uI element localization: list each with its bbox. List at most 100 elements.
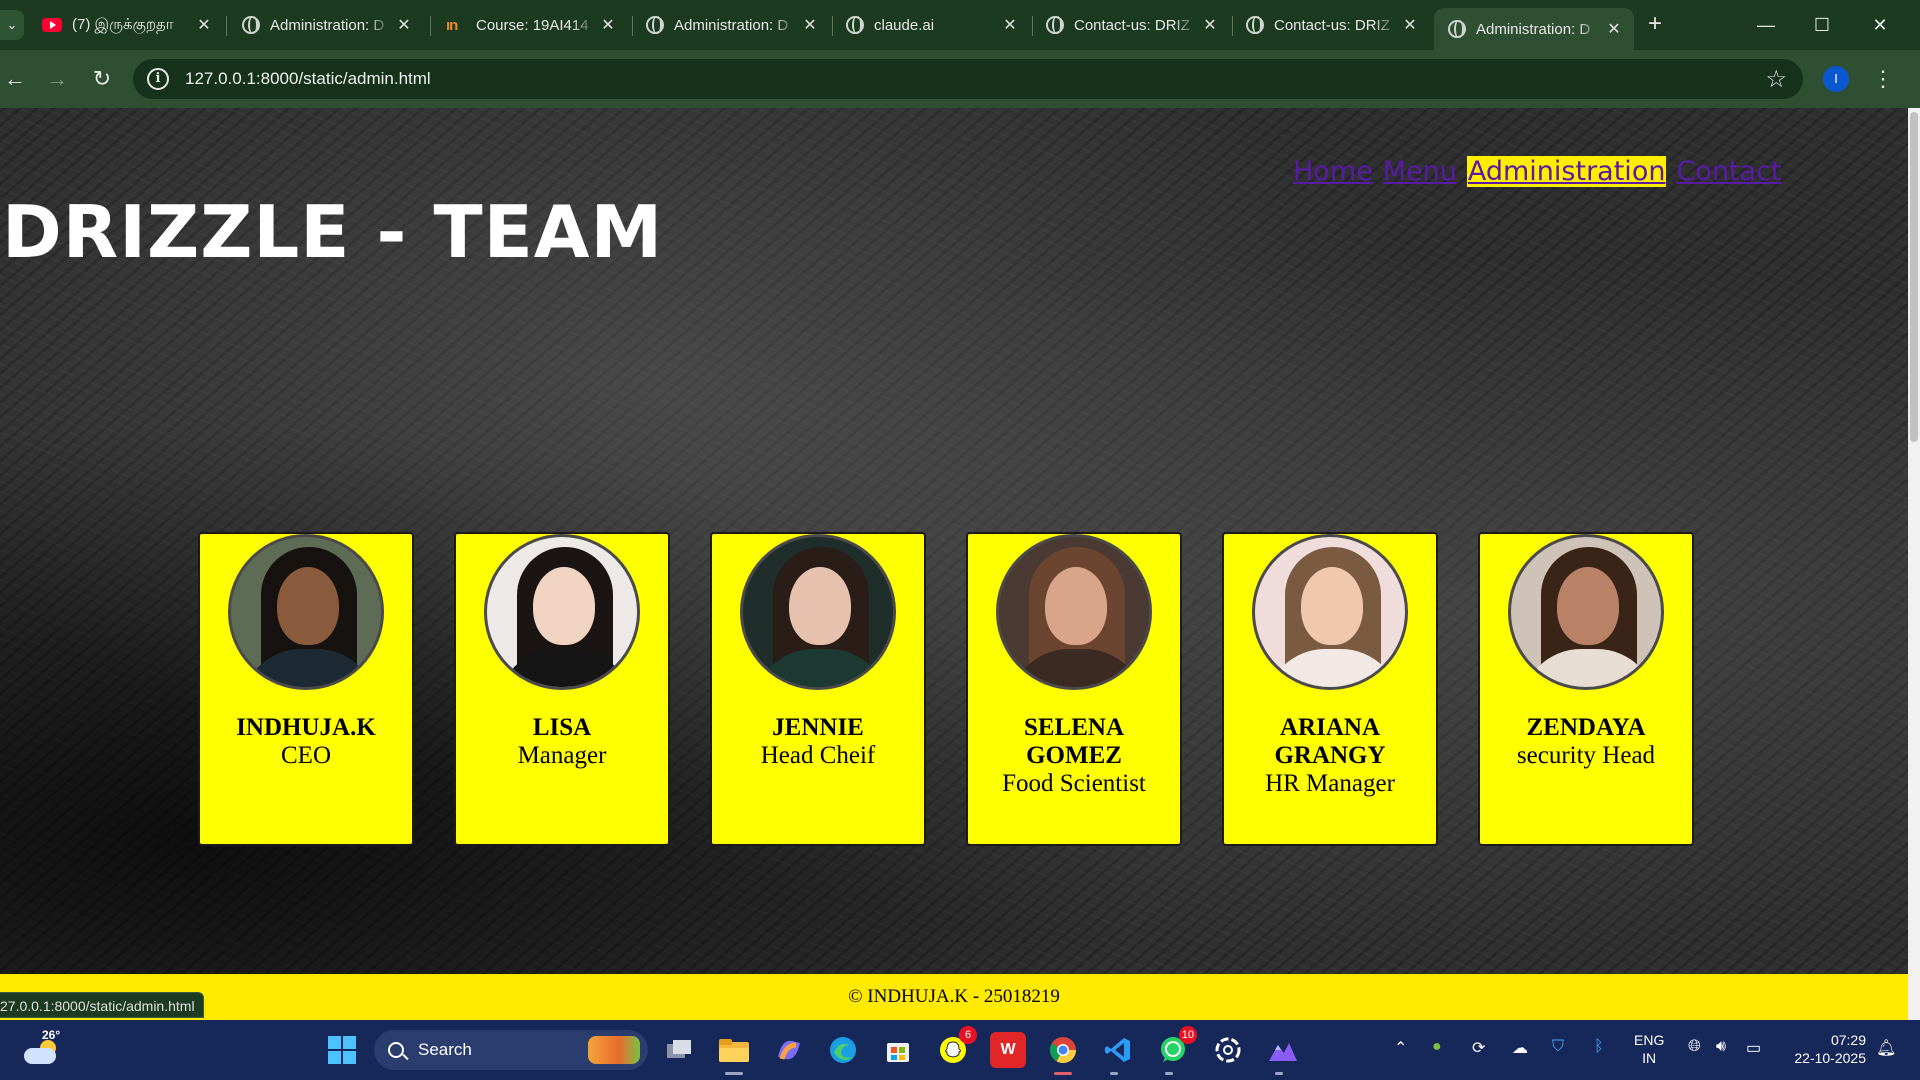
globe-icon [1448, 20, 1466, 38]
wps-office-icon[interactable]: W [990, 1032, 1026, 1068]
reload-button[interactable]: ↻ [87, 64, 117, 94]
task-view-icon[interactable] [661, 1032, 697, 1068]
close-icon[interactable]: ✕ [596, 15, 620, 35]
team-card: ZENDAYA security Head [1478, 532, 1694, 846]
close-icon[interactable]: ✕ [998, 15, 1022, 35]
app-running-indicator [1275, 1072, 1283, 1075]
tab-title: Administration: D [270, 16, 385, 34]
battery-icon[interactable]: ▭ [1746, 1038, 1761, 1058]
cloud-off-icon[interactable]: ☁ [1512, 1038, 1528, 1058]
snapchat-icon[interactable]: 6 [935, 1026, 977, 1068]
taskbar-search[interactable]: Search [374, 1030, 648, 1070]
bluetooth-icon[interactable]: ᛒ [1594, 1038, 1604, 1056]
nav-link-menu[interactable]: Menu [1383, 156, 1457, 187]
back-button[interactable]: ← [0, 64, 30, 94]
globe-icon [1246, 16, 1264, 34]
maximize-button[interactable]: ☐ [1794, 8, 1850, 42]
member-name: INDHUJA.K [236, 714, 376, 741]
nav-link-home[interactable]: Home [1293, 156, 1373, 187]
search-highlight-icon [588, 1036, 640, 1064]
sync-icon[interactable]: ⟳ [1472, 1038, 1485, 1058]
browser-toolbar: ← → ↻ i 127.0.0.1:8000/static/admin.html… [0, 50, 1920, 108]
browser-tab-1[interactable]: Administration: D ✕ [228, 8, 424, 42]
tab-title: Contact-us: DRIZ [1274, 16, 1390, 34]
globe-icon [1046, 16, 1064, 34]
tab-separator [430, 16, 431, 36]
close-icon[interactable]: ✕ [1602, 19, 1626, 39]
security-shield-icon[interactable]: ⛉ [1552, 1038, 1564, 1056]
volume-icon[interactable]: 🔊︎ [1716, 1038, 1726, 1056]
mountains-app-icon[interactable] [1265, 1032, 1301, 1068]
browser-tab-5[interactable]: Contact-us: DRIZ ✕ [1032, 8, 1230, 42]
globe-icon [846, 16, 864, 34]
chatgpt-icon[interactable] [1210, 1032, 1246, 1068]
vscode-icon[interactable] [1100, 1032, 1136, 1068]
globe-icon [646, 16, 664, 34]
member-role: CEO [281, 742, 331, 769]
close-icon[interactable]: ✕ [1198, 15, 1222, 35]
tab-search-button[interactable]: ⌄ [0, 10, 24, 40]
browser-tab-2[interactable]: ın Course: 19AI414 ✕ [432, 8, 628, 42]
minimize-button[interactable]: — [1738, 8, 1794, 42]
weather-widget[interactable]: 26° [24, 1028, 64, 1070]
notification-bell-icon[interactable]: 🔔︎ [1876, 1038, 1896, 1058]
address-url[interactable]: 127.0.0.1:8000/static/admin.html [185, 69, 431, 89]
team-card: INDHUJA.K CEO [198, 532, 414, 846]
globe-icon [242, 16, 260, 34]
cloud-icon [24, 1048, 56, 1064]
region-code: IN [1642, 1050, 1657, 1066]
tab-title: claude.ai [874, 16, 935, 34]
address-bar[interactable]: i 127.0.0.1:8000/static/admin.html ☆ [133, 59, 1803, 99]
browser-tab-0[interactable]: (7) இருக்குறதா ✕ [28, 8, 224, 42]
new-tab-button[interactable]: + [1640, 10, 1670, 40]
page-viewport: DRIZZLE - TEAM Home Menu Administration … [0, 108, 1908, 1020]
browser-tab-7-active[interactable]: Administration: D ✕ [1434, 8, 1634, 50]
input-language[interactable]: ENG IN [1634, 1031, 1664, 1067]
language-code: ENG [1634, 1032, 1665, 1048]
whatsapp-icon[interactable]: 10 [1155, 1026, 1197, 1068]
copilot-icon[interactable] [771, 1032, 807, 1068]
microsoft-store-icon[interactable] [880, 1032, 916, 1068]
start-windows-icon[interactable] [328, 1036, 356, 1064]
member-role: security Head [1516, 742, 1656, 769]
close-icon[interactable]: ✕ [1398, 15, 1422, 35]
member-photo [740, 534, 896, 690]
page-title: DRIZZLE - TEAM [2, 190, 664, 274]
chrome-icon[interactable] [1045, 1032, 1081, 1068]
team-card: JENNIE Head Cheif [710, 532, 926, 846]
edge-icon[interactable] [825, 1032, 861, 1068]
file-explorer-icon[interactable] [716, 1032, 752, 1068]
tab-title: Contact-us: DRIZ [1074, 16, 1190, 34]
chevron-up-icon[interactable]: ⌃ [1394, 1038, 1407, 1058]
close-window-button[interactable]: ✕ [1852, 8, 1908, 42]
member-role: Food Scientist [1002, 770, 1146, 797]
profile-avatar[interactable]: I [1823, 66, 1849, 92]
member-photo [1252, 534, 1408, 690]
close-icon[interactable]: ✕ [392, 15, 416, 35]
scrollbar-thumb[interactable] [1910, 112, 1918, 442]
team-card: LISA Manager [454, 532, 670, 846]
bookmark-star-icon[interactable]: ☆ [1765, 65, 1787, 94]
weather-temperature: 26° [42, 1028, 61, 1042]
browser-tab-4[interactable]: claude.ai ✕ [832, 8, 1030, 42]
nav-link-contact[interactable]: Contact [1676, 156, 1781, 187]
network-globe-icon[interactable]: 🌐︎ [1688, 1038, 1701, 1056]
browser-menu-icon[interactable]: ⋮ [1872, 64, 1894, 94]
close-icon[interactable]: ✕ [798, 15, 822, 35]
browser-tab-6[interactable]: Contact-us: DRIZ ✕ [1232, 8, 1430, 42]
member-photo [1508, 534, 1664, 690]
site-info-icon[interactable]: i [147, 68, 169, 90]
member-photo [996, 534, 1152, 690]
app-running-indicator [1110, 1072, 1118, 1075]
nav-link-administration[interactable]: Administration [1466, 156, 1667, 187]
app-running-indicator [1165, 1072, 1173, 1075]
tray-app-icon[interactable]: ● [1432, 1038, 1442, 1056]
browser-tab-3[interactable]: Administration: D ✕ [632, 8, 830, 42]
browser-tab-strip: ⌄ (7) இருக்குறதா ✕ Administration: D ✕ ı… [0, 0, 1920, 50]
clock-time: 07:29 [1830, 1032, 1866, 1048]
team-cards: INDHUJA.K CEO LISA Manager JENNIE Head C… [198, 532, 1694, 846]
member-name: ARIANA GRANGY [1274, 714, 1386, 769]
forward-button[interactable]: → [42, 64, 72, 94]
close-icon[interactable]: ✕ [192, 15, 216, 35]
system-clock[interactable]: 07:29 22-10-2025 [1786, 1031, 1866, 1067]
